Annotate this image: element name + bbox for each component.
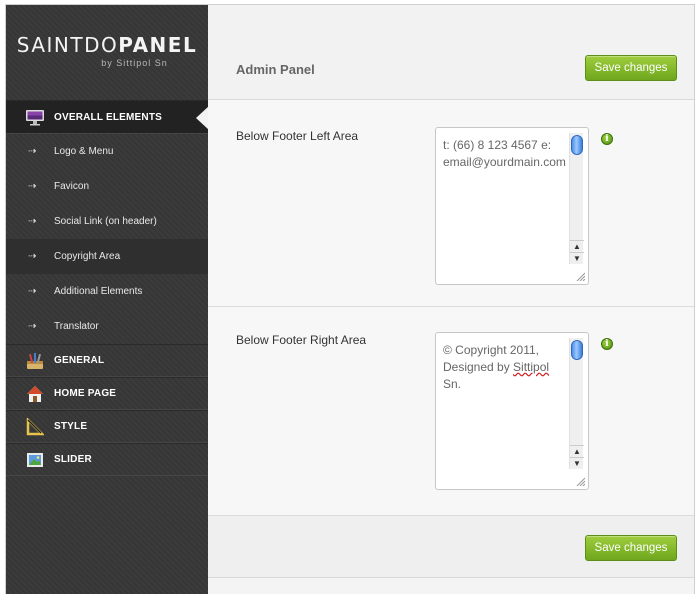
sidebar-item-general[interactable]: GENERAL [6, 344, 208, 377]
footer-right-textarea[interactable]: © Copyright 2011, Designed by Sittipol S… [435, 332, 589, 490]
arrow-right-icon: ⇢ [28, 251, 37, 262]
sidebar-item-label: STYLE [54, 421, 88, 432]
vertical-scrollbar[interactable]: ▲ ▼ [569, 338, 584, 469]
scroll-down-arrow-icon[interactable]: ▼ [570, 252, 584, 264]
field-label: Below Footer Left Area [236, 129, 359, 143]
sidebar-item-label: OVERALL ELEMENTS [54, 111, 163, 123]
page-footer: Save changes [208, 516, 694, 578]
monitor-icon [24, 108, 46, 126]
sidebar-item-slider[interactable]: SLIDER [6, 443, 208, 476]
brand-logo: SAINTDOPANEL by Sittipol Sn [6, 5, 208, 100]
footer-left-textarea[interactable]: t: (66) 8 123 4567 e: email@yourdmain.co… [435, 127, 589, 285]
sidebar: SAINTDOPANEL by Sittipol Sn OVERALL ELEM… [6, 5, 209, 594]
brand-title-light: SAINTDO [16, 33, 119, 57]
scroll-up-arrow-icon[interactable]: ▲ [570, 240, 584, 252]
field-row-footer-left: Below Footer Left Area t: (66) 8 123 456… [208, 100, 694, 307]
textarea-value-suffix: Sn. [443, 377, 462, 391]
picture-icon [24, 451, 46, 469]
sidebar-subitem-label: Translator [54, 321, 99, 332]
arrow-right-icon: ⇢ [28, 181, 37, 192]
sidebar-subitem-social-link[interactable]: ⇢ Social Link (on header) [6, 204, 208, 239]
scrollbar-thumb[interactable] [571, 135, 583, 155]
sidebar-item-home-page[interactable]: HOME PAGE [6, 377, 208, 410]
brand-title: SAINTDOPANEL [6, 33, 208, 57]
main-content: Admin Panel Save changes Below Footer Le… [208, 5, 694, 594]
sidebar-item-label: GENERAL [54, 355, 105, 366]
sidebar-item-label: HOME PAGE [54, 388, 117, 399]
sidebar-subitem-copyright-area[interactable]: ⇢ Copyright Area [6, 239, 208, 274]
sidebar-subitem-additional-elements[interactable]: ⇢ Additional Elements [6, 274, 208, 309]
save-button-top[interactable]: Save changes [585, 55, 677, 81]
arrow-right-icon: ⇢ [28, 321, 37, 332]
page-tail [208, 578, 694, 594]
sidebar-item-label: SLIDER [54, 454, 92, 465]
sidebar-subitem-label: Social Link (on header) [54, 216, 157, 227]
resize-grip-icon[interactable] [575, 476, 585, 486]
scrollbar-thumb[interactable] [571, 340, 583, 360]
arrow-right-icon: ⇢ [28, 286, 37, 297]
sidebar-item-style[interactable]: STYLE [6, 410, 208, 443]
textarea-value: t: (66) 8 123 4567 e: email@yourdmain.co… [443, 138, 566, 169]
info-icon[interactable]: i [601, 338, 613, 350]
sidebar-subitem-translator[interactable]: ⇢ Translator [6, 309, 208, 344]
sidebar-subitem-label: Additional Elements [54, 286, 143, 297]
page-title: Admin Panel [236, 62, 315, 77]
field-label: Below Footer Right Area [236, 333, 367, 347]
sidebar-subitem-label: Logo & Menu [54, 146, 114, 157]
sidebar-nav: OVERALL ELEMENTS ⇢ Logo & Menu ⇢ Favicon… [6, 100, 209, 476]
tools-icon [24, 352, 46, 370]
sidebar-item-overall-elements[interactable]: OVERALL ELEMENTS [6, 100, 209, 134]
home-icon [24, 385, 46, 403]
sidebar-subitem-favicon[interactable]: ⇢ Favicon [6, 169, 208, 204]
admin-frame: SAINTDOPANEL by Sittipol Sn OVERALL ELEM… [5, 4, 695, 594]
spellcheck-word: Sittipol [513, 360, 550, 374]
scroll-down-arrow-icon[interactable]: ▼ [570, 457, 584, 469]
brand-subtitle: by Sittipol Sn [101, 58, 168, 68]
ruler-icon [24, 417, 46, 436]
sidebar-subitem-logo-menu[interactable]: ⇢ Logo & Menu [6, 134, 208, 169]
textarea-value: © Copyright 2011, Designed by Sittipol S… [443, 342, 569, 393]
brand-title-bold: PANEL [118, 33, 198, 57]
field-row-footer-right: Below Footer Right Area © Copyright 2011… [208, 307, 694, 516]
page-header: Admin Panel Save changes [208, 5, 694, 100]
save-button-bottom[interactable]: Save changes [585, 535, 677, 561]
resize-grip-icon[interactable] [575, 271, 585, 281]
info-icon[interactable]: i [601, 133, 613, 145]
arrow-right-icon: ⇢ [28, 216, 37, 227]
arrow-right-icon: ⇢ [28, 146, 37, 157]
sidebar-subitem-label: Copyright Area [54, 251, 121, 262]
vertical-scrollbar[interactable]: ▲ ▼ [569, 133, 584, 264]
sidebar-subitem-label: Favicon [54, 181, 90, 192]
scroll-up-arrow-icon[interactable]: ▲ [570, 445, 584, 457]
